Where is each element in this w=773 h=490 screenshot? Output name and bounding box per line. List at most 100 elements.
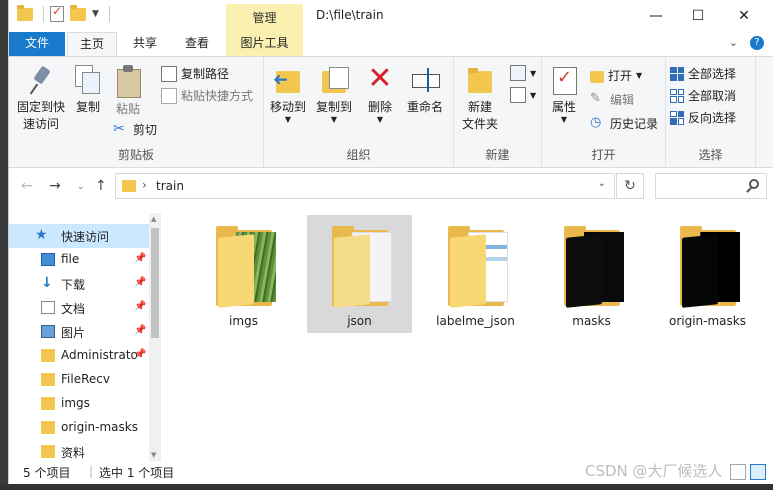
copy-to-button[interactable]: 复制到 ▼ (312, 65, 356, 124)
close-button[interactable]: ✕ (721, 4, 767, 28)
rename-button[interactable]: 重命名 (402, 65, 448, 116)
easy-access-button[interactable]: ▼ (510, 87, 536, 103)
address-row: ← → ⌄ ↑ › train ⌄ ↻ (9, 168, 773, 206)
folder-icon (680, 226, 742, 308)
search-input[interactable] (660, 176, 745, 198)
chevron-down-icon: ▼ (376, 115, 384, 124)
history-button[interactable]: ◷ 历史记录 (590, 115, 658, 132)
folder-icon (17, 4, 33, 21)
nav-item-quick-access[interactable]: ★ 快速访问 (9, 224, 149, 248)
nav-item-file[interactable]: file 📌 (9, 248, 149, 272)
picture-icon (41, 325, 55, 338)
nav-item-origin-masks[interactable]: origin-masks (9, 416, 149, 440)
details-view-icon[interactable] (730, 464, 746, 480)
chevron-down-icon: ▼ (530, 90, 537, 100)
nav-item-downloads[interactable]: ↓ 下载 📌 (9, 272, 149, 296)
clipboard-icon (115, 65, 141, 98)
chevron-down-icon: ▼ (530, 68, 537, 78)
nav-item-label: 图片 (61, 326, 86, 340)
scroll-thumb[interactable] (151, 228, 159, 338)
chevron-right-icon[interactable]: › (142, 178, 147, 192)
new-folder-icon[interactable] (70, 4, 86, 21)
invert-selection-button[interactable]: 反向选择 (670, 109, 736, 126)
nav-item-administrator[interactable]: Administrato 📌 (9, 344, 149, 368)
tab-share[interactable]: 共享 (123, 32, 167, 56)
forward-arrow-icon[interactable]: → (49, 178, 61, 194)
ribbon: 固定到快 速访问 复制 粘贴 复制路径 粘贴快捷方式 ✂ 剪切 剪贴板 ➜ 移动… (9, 56, 773, 168)
document-icon (41, 301, 55, 314)
paste-shortcut-button[interactable]: 粘贴快捷方式 (161, 87, 253, 104)
open-group: 属性 ▼ 打开 ▼ ✎ 编辑 ◷ 历史记录 打开 (542, 57, 666, 167)
maximize-button[interactable]: ☐ (675, 4, 721, 28)
explorer-window: ▼ 管理 D:\file\train — ☐ ✕ 文件 主页 共享 查看 图片工… (8, 0, 773, 484)
copy-button[interactable]: 复制 (71, 65, 105, 116)
folder-item-imgs[interactable]: imgs (191, 215, 296, 333)
tab-view[interactable]: 查看 (175, 32, 219, 56)
nav-scrollbar[interactable]: ▲ ▼ (149, 213, 161, 461)
folder-icon (41, 373, 55, 386)
pin-icon[interactable]: 📌 (134, 277, 146, 288)
scroll-down-icon[interactable]: ▼ (151, 451, 156, 459)
select-all-button[interactable]: 全部选择 (670, 65, 736, 82)
nav-item-filerecv[interactable]: FileRecv (9, 368, 149, 392)
nav-item-documents[interactable]: 文档 📌 (9, 296, 149, 320)
tab-picture-tools[interactable]: 图片工具 (226, 32, 303, 56)
folder-icon (448, 226, 510, 308)
recent-locations-chevron-icon[interactable]: ⌄ (77, 182, 85, 192)
search-box[interactable] (655, 173, 767, 199)
pin-icon[interactable]: 📌 (134, 301, 146, 312)
select-group: 全部选择 全部取消 反向选择 选择 (666, 57, 756, 167)
move-to-button[interactable]: 移动到 ▼ (268, 65, 308, 124)
chevron-down-icon[interactable]: ⌄ (598, 178, 606, 189)
chevron-down-icon[interactable]: ▼ (92, 9, 99, 19)
nav-item-materials[interactable]: 资料 (9, 440, 149, 461)
clipboard-group-label: 剪贴板 (117, 148, 154, 162)
delete-button[interactable]: ✕ 删除 ▼ (362, 64, 398, 124)
edit-button[interactable]: ✎ 编辑 (590, 91, 634, 108)
select-none-button[interactable]: 全部取消 (670, 87, 736, 104)
divider (108, 6, 110, 22)
minimize-button[interactable]: — (633, 4, 679, 28)
cut-button[interactable]: ✂ 剪切 (113, 121, 157, 138)
chevron-down-icon[interactable]: ⌄ (729, 36, 738, 50)
new-item-icon (510, 65, 526, 81)
pin-label-line2: 速访问 (22, 117, 59, 131)
pin-to-quick-access-button[interactable]: 固定到快 速访问 (13, 65, 69, 133)
back-arrow-icon[interactable]: ← (21, 178, 33, 194)
paste-button[interactable]: 粘贴 (111, 65, 145, 118)
tab-home[interactable]: 主页 (67, 32, 117, 57)
scroll-up-icon[interactable]: ▲ (151, 215, 156, 223)
folder-name: origin-masks (669, 314, 746, 328)
star-icon: ★ (35, 227, 48, 243)
pin-label-line1: 固定到快 (16, 100, 65, 114)
copy-path-button[interactable]: 复制路径 (161, 65, 229, 82)
folder-item-origin-masks[interactable]: origin-masks (655, 215, 760, 333)
select-none-label: 全部取消 (688, 89, 737, 103)
properties-label: 属性 (551, 100, 576, 114)
nav-item-pictures[interactable]: 图片 📌 (9, 320, 149, 344)
tab-manage[interactable]: 管理 (226, 4, 303, 32)
pin-icon[interactable]: 📌 (134, 325, 146, 336)
window-title: D:\file\train (316, 8, 384, 22)
up-arrow-icon[interactable]: ↑ (95, 178, 107, 194)
large-icons-view-icon[interactable] (750, 464, 766, 480)
folder-item-masks[interactable]: masks (539, 215, 644, 333)
folder-item-labelme-json[interactable]: labelme_json (423, 215, 528, 333)
paste-label: 粘贴 (115, 102, 140, 116)
help-icon[interactable]: ? (750, 36, 764, 50)
open-button[interactable]: 打开 ▼ (590, 67, 642, 84)
tab-file[interactable]: 文件 (9, 32, 65, 56)
folder-item-json[interactable]: json (307, 215, 412, 333)
address-bar[interactable]: › train ⌄ (115, 173, 615, 199)
nav-item-imgs[interactable]: imgs (9, 392, 149, 416)
new-item-button[interactable]: ▼ (510, 65, 536, 81)
new-folder-button[interactable]: 新建 文件夹 (458, 65, 502, 133)
history-icon: ◷ (590, 114, 602, 130)
pin-icon[interactable]: 📌 (134, 253, 146, 264)
refresh-button[interactable]: ↻ (616, 173, 644, 199)
properties-button[interactable]: 属性 ▼ (546, 65, 582, 124)
pin-icon[interactable]: 📌 (134, 349, 146, 360)
breadcrumb-train[interactable]: train (156, 179, 184, 193)
properties-icon[interactable] (50, 4, 64, 22)
search-icon[interactable] (749, 179, 759, 189)
